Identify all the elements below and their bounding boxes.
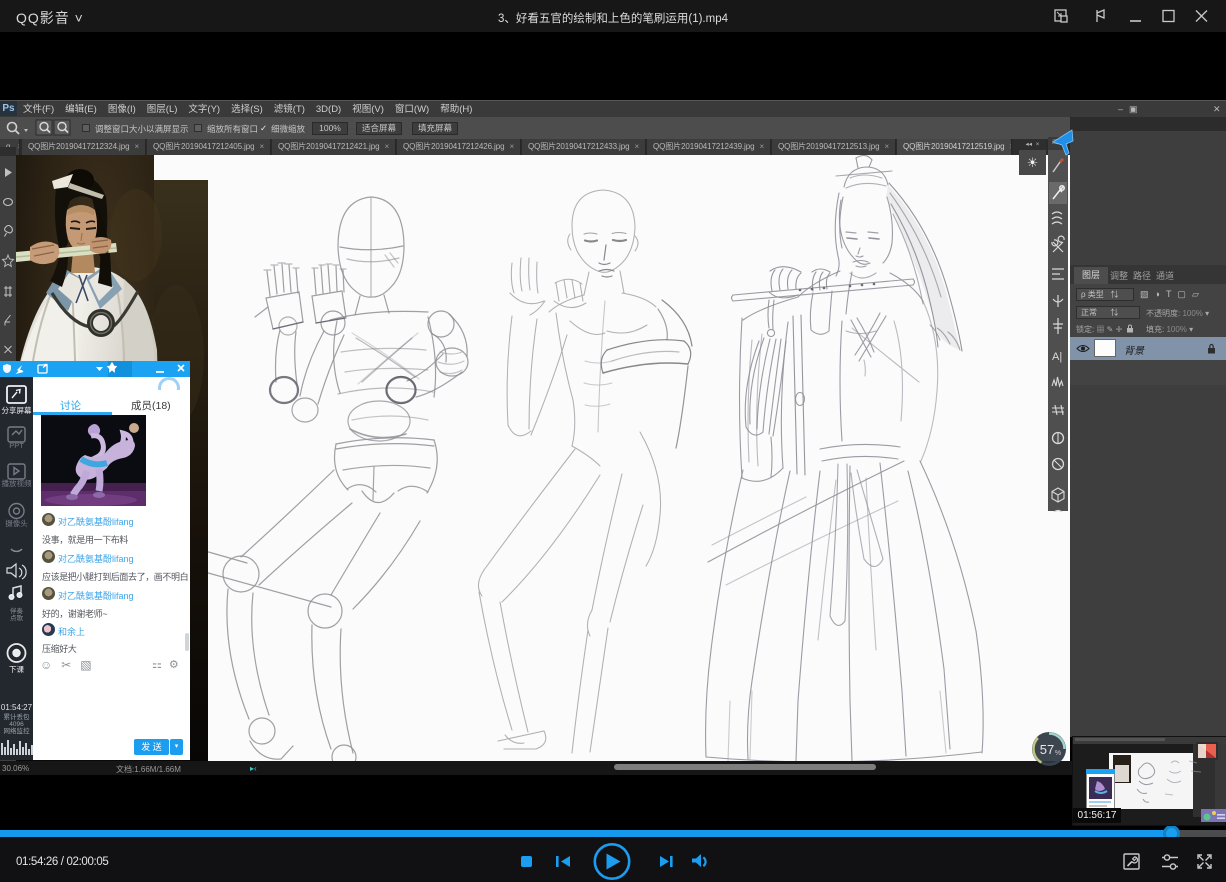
svg-text:57: 57: [1040, 742, 1054, 757]
svg-text:01:54:27: 01:54:27: [1, 703, 33, 712]
svg-text:网络监控: 网络监控: [4, 726, 31, 735]
svg-text:伴奏: 伴奏: [10, 606, 24, 615]
svg-text:点歌: 点歌: [10, 613, 24, 622]
svg-text:PPT: PPT: [9, 441, 24, 450]
svg-text:累计丢包: 累计丢包: [4, 712, 31, 721]
svg-text:下课: 下课: [9, 665, 24, 674]
svg-text:A|: A|: [1052, 351, 1062, 363]
svg-text:4096: 4096: [9, 721, 24, 728]
svg-text:播放视频: 播放视频: [2, 478, 32, 488]
svg-text:分享屏幕: 分享屏幕: [2, 405, 32, 415]
svg-text:%: %: [1055, 750, 1061, 757]
svg-text:摄像头: 摄像头: [5, 518, 28, 528]
